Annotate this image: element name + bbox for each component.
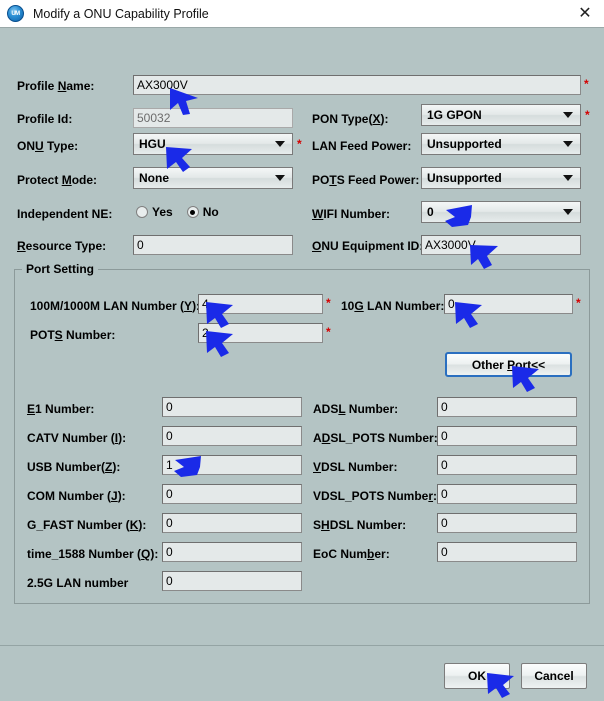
cancel-button-label: Cancel: [534, 669, 574, 683]
ok-button[interactable]: OK: [444, 663, 510, 689]
label-shdsl-number: SHDSL Number:: [313, 518, 407, 532]
chevron-down-icon: [563, 141, 573, 147]
label-vdsl-pots-number: VDSL_POTS Number:: [313, 489, 438, 503]
label-pots-feed-power: POTS Feed Power:: [312, 173, 420, 187]
pots-number-input[interactable]: [198, 323, 323, 343]
adsl-number-input[interactable]: [437, 397, 577, 417]
e1-number-input[interactable]: [162, 397, 302, 417]
chevron-down-icon: [275, 141, 285, 147]
label-pon-type: PON Type(X):: [312, 112, 389, 126]
port-setting-title: Port Setting: [22, 262, 98, 276]
window-titlebar: Modify a ONU Capability Profile ✕: [0, 0, 604, 28]
profile-name-input[interactable]: [133, 75, 581, 95]
label-wifi-number: WIFI Number:: [312, 207, 390, 221]
chevron-down-icon: [563, 175, 573, 181]
chevron-down-icon: [563, 209, 573, 215]
label-resource-type: Resource Type:: [17, 239, 107, 253]
label-100m-1000m-lan-number: 100M/1000M LAN Number (Y):: [30, 299, 201, 313]
required-marker-lan-number: *: [326, 296, 331, 310]
time-1588-number-input[interactable]: [162, 542, 302, 562]
wifi-number-value: 0: [427, 205, 434, 219]
label-g-fast-number: G_FAST Number (K):: [27, 518, 147, 532]
label-profile-id: Profile Id:: [17, 112, 73, 126]
cancel-button[interactable]: Cancel: [521, 663, 587, 689]
onu-type-value: HGU: [139, 137, 166, 151]
adsl-pots-number-input[interactable]: [437, 426, 577, 446]
radio-yes-label: Yes: [152, 205, 173, 219]
pon-type-select[interactable]: 1G GPON: [421, 104, 581, 126]
required-marker-pon-type: *: [585, 108, 590, 122]
chevron-down-icon: [563, 112, 573, 118]
independent-ne-radio-group[interactable]: Yes No: [136, 205, 229, 219]
eoc-number-input[interactable]: [437, 542, 577, 562]
radio-yes[interactable]: [136, 206, 148, 218]
label-time-1588-number: time_1588 Number (Q):: [27, 547, 159, 561]
required-marker-10g-lan-number: *: [576, 296, 581, 310]
label-onu-equipment-id: ONU Equipment ID:: [312, 239, 424, 253]
profile-id-input: [133, 108, 293, 128]
required-marker-onu-type: *: [297, 137, 302, 151]
tenG-lan-number-input[interactable]: [444, 294, 573, 314]
pots-feed-power-select[interactable]: Unsupported: [421, 167, 581, 189]
label-e1-number: E1 Number:: [27, 402, 95, 416]
radio-no[interactable]: [186, 206, 199, 218]
lan-feed-power-value: Unsupported: [427, 137, 502, 151]
com-number-input[interactable]: [162, 484, 302, 504]
lan-feed-power-select[interactable]: Unsupported: [421, 133, 581, 155]
footer-divider: [0, 645, 604, 646]
dialog-body: Profile Name: * Profile Id: ONU Type: HG…: [0, 28, 604, 698]
resource-type-input[interactable]: [133, 235, 293, 255]
vdsl-pots-number-input[interactable]: [437, 484, 577, 504]
onu-equipment-id-input[interactable]: [421, 235, 581, 255]
label-protect-mode: Protect Mode:: [17, 173, 98, 187]
label-pots-number: POTS Number:: [30, 328, 116, 342]
required-marker-pots-number: *: [326, 325, 331, 339]
label-eoc-number: EoC Number:: [313, 547, 390, 561]
onu-type-select[interactable]: HGU: [133, 133, 293, 155]
lan-number-input[interactable]: [198, 294, 323, 314]
pots-feed-power-value: Unsupported: [427, 171, 502, 185]
app-globe-icon: [7, 5, 24, 22]
label-vdsl-number: VDSL Number:: [313, 460, 398, 474]
vdsl-number-input[interactable]: [437, 455, 577, 475]
label-10g-lan-number: 10G LAN Number:: [341, 299, 445, 313]
required-marker-profile-name: *: [584, 77, 589, 91]
label-adsl-number: ADSL Number:: [313, 402, 399, 416]
label-com-number: COM Number (J):: [27, 489, 126, 503]
ok-button-label: OK: [468, 669, 486, 683]
label-usb-number: USB Number(Z):: [27, 460, 121, 474]
g-fast-number-input[interactable]: [162, 513, 302, 533]
chevron-down-icon: [275, 175, 285, 181]
protect-mode-value: None: [139, 171, 169, 185]
shdsl-number-input[interactable]: [437, 513, 577, 533]
label-catv-number: CATV Number (I):: [27, 431, 127, 445]
usb-number-input[interactable]: [162, 455, 302, 475]
label-independent-ne: Independent NE:: [17, 207, 113, 221]
other-port-button[interactable]: Other Port<<: [445, 352, 572, 377]
close-icon[interactable]: ✕: [574, 3, 596, 25]
label-profile-name: Profile Name:: [17, 79, 95, 93]
protect-mode-select[interactable]: None: [133, 167, 293, 189]
radio-no-label: No: [202, 205, 219, 219]
label-onu-type: ONU Type:: [17, 139, 79, 153]
label-adsl-pots-number: ADSL_POTS Number:: [313, 431, 438, 445]
wifi-number-select[interactable]: 0: [421, 201, 581, 223]
pon-type-value: 1G GPON: [427, 108, 482, 122]
two-point-five-g-lan-number-input[interactable]: [162, 571, 302, 591]
label-2-5g-lan-number: 2.5G LAN number: [27, 576, 129, 590]
label-lan-feed-power: LAN Feed Power:: [312, 139, 412, 153]
window-title: Modify a ONU Capability Profile: [33, 6, 209, 21]
catv-number-input[interactable]: [162, 426, 302, 446]
